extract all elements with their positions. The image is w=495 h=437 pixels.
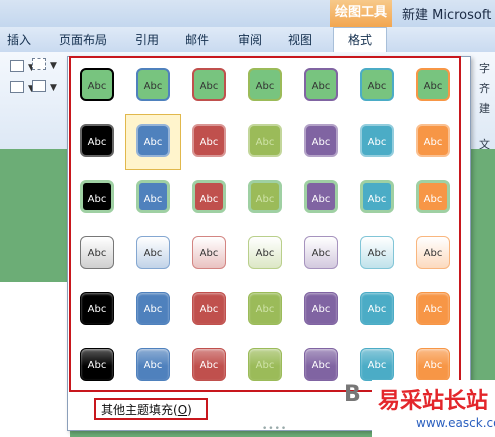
window-title: 新建 Microsoft W [402,8,495,23]
tab-mailings[interactable]: 邮件 [185,31,209,48]
ribbon-right-text-2: 齐 [479,82,490,95]
change-shape-icon[interactable] [32,58,46,70]
shape-effects-icon[interactable] [10,81,24,93]
shape-outline-icon[interactable] [10,60,24,72]
tab-references[interactable]: 引用 [135,31,159,48]
ribbon-tab-strip: 插入 页面布局 引用 邮件 审阅 视图 格式 [0,27,495,53]
more-fills-accelerator: O [177,403,188,417]
tab-format[interactable]: 格式 [333,27,388,52]
watermark-logo: B [344,382,361,407]
watermark-url: www.easck.com [416,416,495,430]
title-bar: 绘图工具 新建 Microsoft W [0,0,495,29]
chevron-down-icon[interactable]: ▼ [50,61,57,71]
tab-view[interactable]: 视图 [288,31,312,48]
more-fills-suffix: ) [187,403,192,417]
ribbon-right-text-3: 建 [479,102,490,115]
tab-insert[interactable]: 插入 [7,31,31,48]
document-page-edge [0,282,70,437]
ribbon-left-controls: ▼ ▼ ▼ ▼ [0,54,70,114]
more-fills-text: 其他主题填充( [101,403,178,417]
drawing-tools-context-tab[interactable]: 绘图工具 [330,0,392,27]
tab-page-layout[interactable]: 页面布局 [59,31,107,48]
tab-review[interactable]: 审阅 [238,31,262,48]
more-theme-fills-menu-item[interactable]: 其他主题填充(O) [101,401,192,418]
chevron-down-icon[interactable]: ▼ [50,83,57,93]
text-box-icon[interactable] [32,80,46,92]
watermark-text: 易采站长站 [378,388,489,414]
resize-grip-icon[interactable]: •••• [262,424,287,434]
ribbon-right-text-1: 字 [479,62,490,75]
gallery-highlight-frame [69,56,461,392]
